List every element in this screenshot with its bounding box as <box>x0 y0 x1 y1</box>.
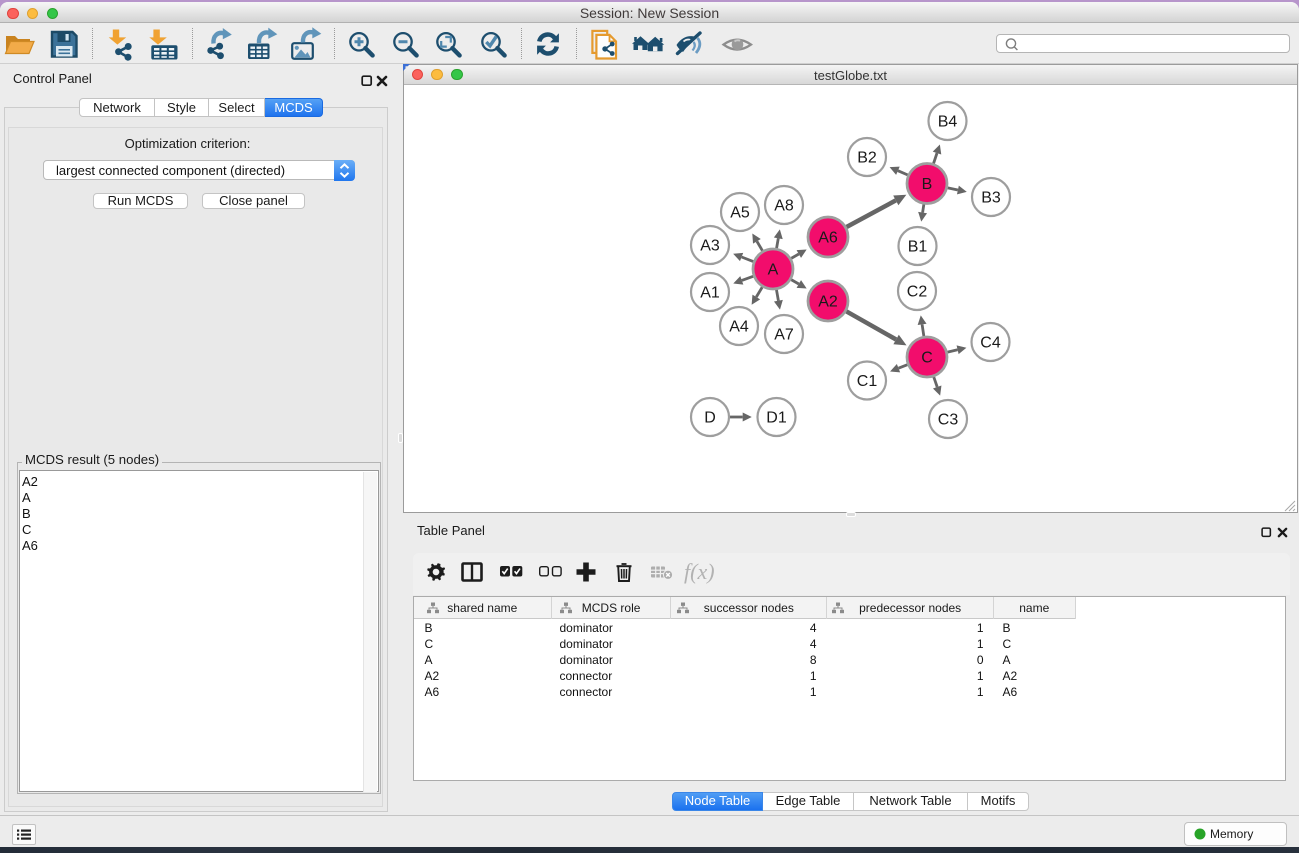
svg-text:B: B <box>921 176 932 193</box>
svg-text:A1: A1 <box>700 284 720 301</box>
svg-text:B2: B2 <box>857 149 877 166</box>
svg-text:A: A <box>767 261 778 278</box>
svg-text:C: C <box>921 349 933 366</box>
svg-text:A6: A6 <box>818 229 838 246</box>
svg-text:D1: D1 <box>766 409 787 426</box>
svg-text:A7: A7 <box>774 326 794 343</box>
svg-text:A5: A5 <box>730 204 750 221</box>
svg-text:A2: A2 <box>818 293 838 310</box>
svg-text:B3: B3 <box>981 189 1001 206</box>
svg-text:C4: C4 <box>980 334 1001 351</box>
svg-text:A4: A4 <box>729 318 749 335</box>
svg-text:B4: B4 <box>937 113 957 130</box>
svg-text:C1: C1 <box>856 373 877 390</box>
svg-text:C2: C2 <box>906 283 927 300</box>
svg-text:A8: A8 <box>774 197 794 214</box>
svg-text:B1: B1 <box>907 238 927 255</box>
svg-text:A3: A3 <box>700 237 720 254</box>
svg-text:D: D <box>704 409 716 426</box>
svg-text:C3: C3 <box>937 411 958 428</box>
